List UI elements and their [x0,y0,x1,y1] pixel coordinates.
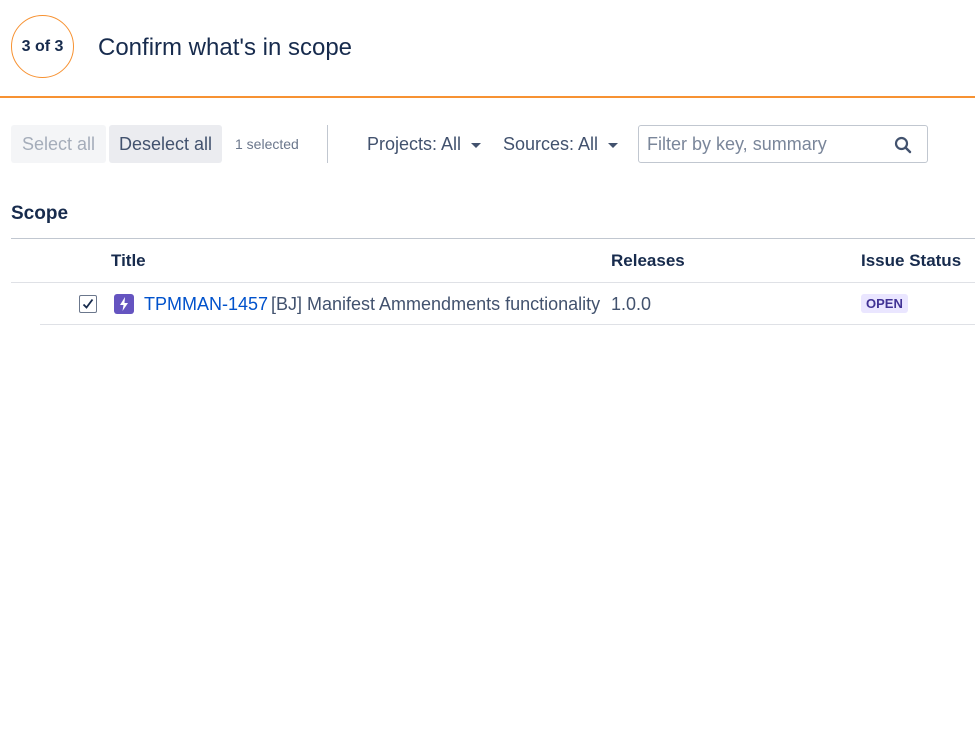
column-header-releases: Releases [611,251,685,270]
sources-filter-label: Sources: All [503,133,599,154]
search-box [638,125,928,163]
divider [11,238,975,239]
selected-count: 1 selected [235,136,299,152]
chevron-down-icon [608,142,619,148]
sources-filter-dropdown[interactable]: Sources: All [503,125,619,163]
wizard-header: 3 of 3 Confirm what's in scope [0,0,975,98]
page-title: Confirm what's in scope [98,34,353,61]
deselect-all-button[interactable]: Deselect all [109,125,222,163]
search-icon[interactable] [894,136,912,154]
table-row: TPMMAN-1457 [BJ] Manifest Ammendments fu… [40,283,975,325]
projects-filter-label: Projects: All [367,133,462,154]
selection-toolbar: Select all Deselect all 1 selected Proje… [11,125,941,163]
status-badge: OPEN [861,294,908,313]
row-checkbox[interactable] [79,295,97,313]
select-all-button[interactable]: Select all [11,125,106,163]
issue-key-link[interactable]: TPMMAN-1457 [144,294,268,315]
search-input[interactable] [639,126,879,162]
toolbar-divider [327,125,328,163]
epic-lightning-icon [114,294,134,314]
step-indicator: 3 of 3 [11,15,74,78]
column-header-title: Title [111,251,146,270]
issue-release: 1.0.0 [611,294,652,314]
projects-filter-dropdown[interactable]: Projects: All [367,125,482,163]
scope-section-title: Scope [11,203,69,224]
issue-summary: [BJ] Manifest Ammendments functionality [271,294,601,314]
chevron-down-icon [471,142,482,148]
column-header-issue-status: Issue Status [861,251,962,270]
